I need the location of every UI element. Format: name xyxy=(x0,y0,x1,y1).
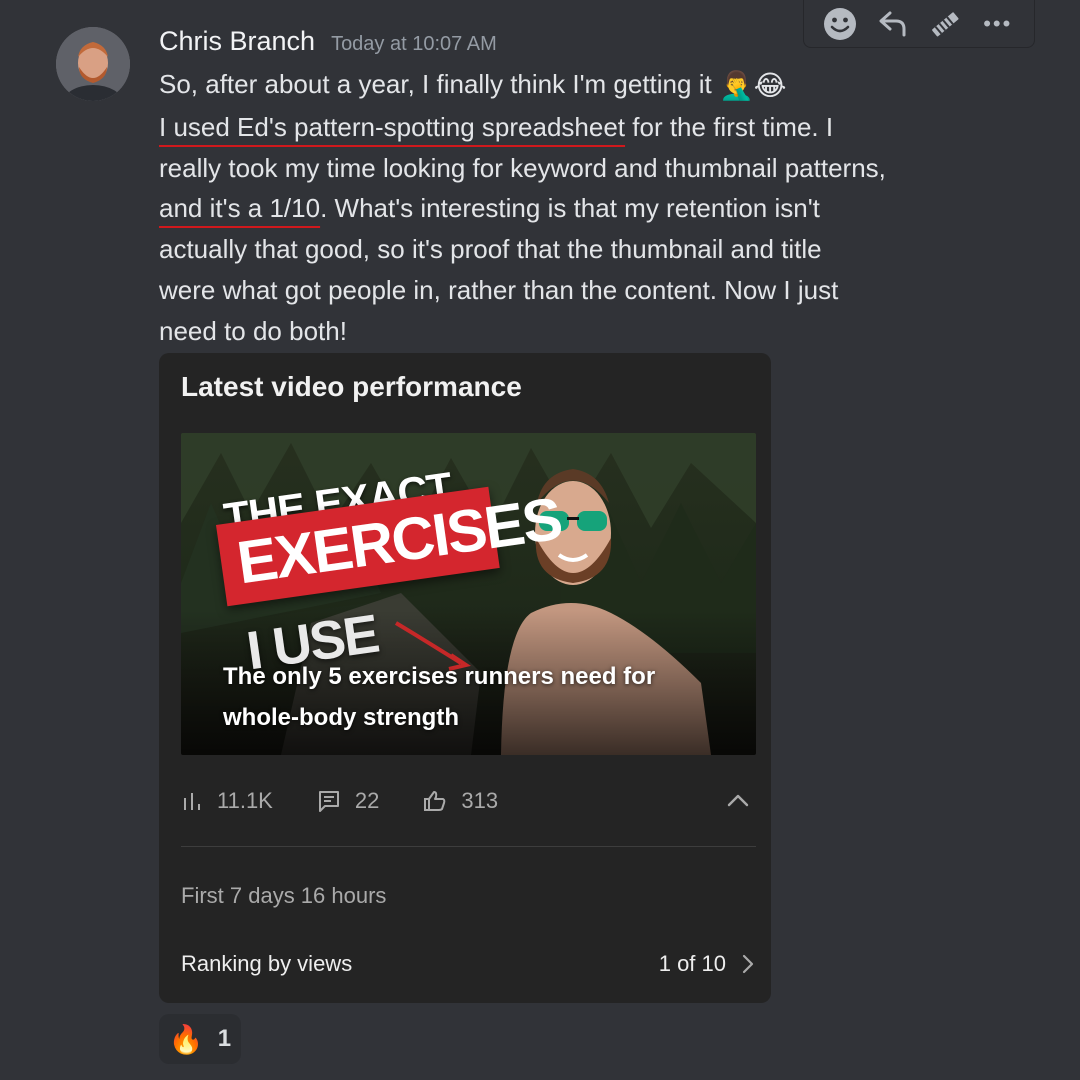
edit-button[interactable] xyxy=(923,4,967,44)
comments-stat: 22 xyxy=(317,788,379,814)
message-text: . What's interesting is that my retentio… xyxy=(320,193,820,224)
message-hover-toolbar: ••• xyxy=(803,0,1035,48)
divider xyxy=(181,846,756,847)
views-count: 11.1K xyxy=(217,788,273,813)
underlined-text: and it's a 1/10 xyxy=(159,193,321,224)
likes-stat: 313 xyxy=(423,788,498,814)
username[interactable]: Chris Branch xyxy=(159,26,315,57)
video-performance-card: Latest video performance THE EXACT EXERC… xyxy=(159,353,771,1003)
underlined-text: I used Ed's pattern-spotting spreadsheet xyxy=(159,111,626,142)
views-stat: 11.1K xyxy=(181,788,273,814)
comments-count: 22 xyxy=(354,788,380,813)
message-header: Chris Branch Today at 10:07 AM xyxy=(159,26,497,57)
chevron-right-icon xyxy=(742,954,754,974)
period-label: First 7 days 16 hours xyxy=(181,883,387,908)
ranking-label: Ranking by views xyxy=(181,951,353,976)
message-text: for the first time. I xyxy=(625,111,834,142)
comment-icon xyxy=(318,791,339,812)
fire-emoji: 🔥 xyxy=(168,1023,204,1055)
add-reaction-button[interactable] xyxy=(818,4,862,44)
ranking-row[interactable]: Ranking by views 1 of 10 xyxy=(181,946,756,982)
reaction-count: 1 xyxy=(217,1025,232,1052)
reaction-pill[interactable]: 🔥 1 xyxy=(159,1014,241,1064)
more-icon: ••• xyxy=(983,10,1013,36)
facepalm-laugh-emoji: 🤦‍♂️😂 xyxy=(718,70,787,101)
reply-button[interactable] xyxy=(871,4,915,44)
message-line: I used Ed's pattern-spotting spreadsheet… xyxy=(159,107,979,148)
bar-chart-icon xyxy=(184,793,200,810)
edit-icon xyxy=(932,11,959,36)
avatar[interactable] xyxy=(56,27,130,101)
chat-view: ••• Chris Branch Today at 10:07 AM So, a… xyxy=(0,0,1080,1080)
message-line: really took my time looking for keyword … xyxy=(159,152,886,183)
video-title-line: whole-body strength xyxy=(223,704,459,731)
message-text: So, after about a year, I finally think … xyxy=(159,69,712,99)
message-line: need to do both! xyxy=(159,315,347,346)
message-line: and it's a 1/10. What's interesting is t… xyxy=(159,188,979,229)
chevron-up-icon[interactable] xyxy=(724,787,752,815)
timestamp[interactable]: Today at 10:07 AM xyxy=(331,33,497,56)
more-options-button[interactable]: ••• xyxy=(976,4,1020,44)
message-line: actually that good, so it's proof that t… xyxy=(159,234,822,265)
add-reaction-icon xyxy=(824,7,857,40)
message-line: were what got people in, rather than the… xyxy=(159,274,839,305)
video-title: The only 5 exercises runners need for wh… xyxy=(223,656,655,738)
reply-icon xyxy=(879,11,906,36)
message-content: So, after about a year, I finally think … xyxy=(159,64,979,352)
ranking-value: 1 of 10 xyxy=(658,951,726,976)
video-title-line: The only 5 exercises runners need for xyxy=(223,663,656,690)
likes-count: 313 xyxy=(461,788,499,813)
video-stats: 11.1K 22 313 xyxy=(181,783,756,819)
ranking-value-group: 1 of 10 xyxy=(659,951,756,977)
message-line: So, after about a year, I finally think … xyxy=(159,64,979,107)
thumbs-up-icon xyxy=(424,791,446,811)
card-title: Latest video performance xyxy=(181,371,522,402)
video-thumbnail[interactable]: THE EXACT EXERCISES I USE The only 5 exe… xyxy=(181,433,756,755)
